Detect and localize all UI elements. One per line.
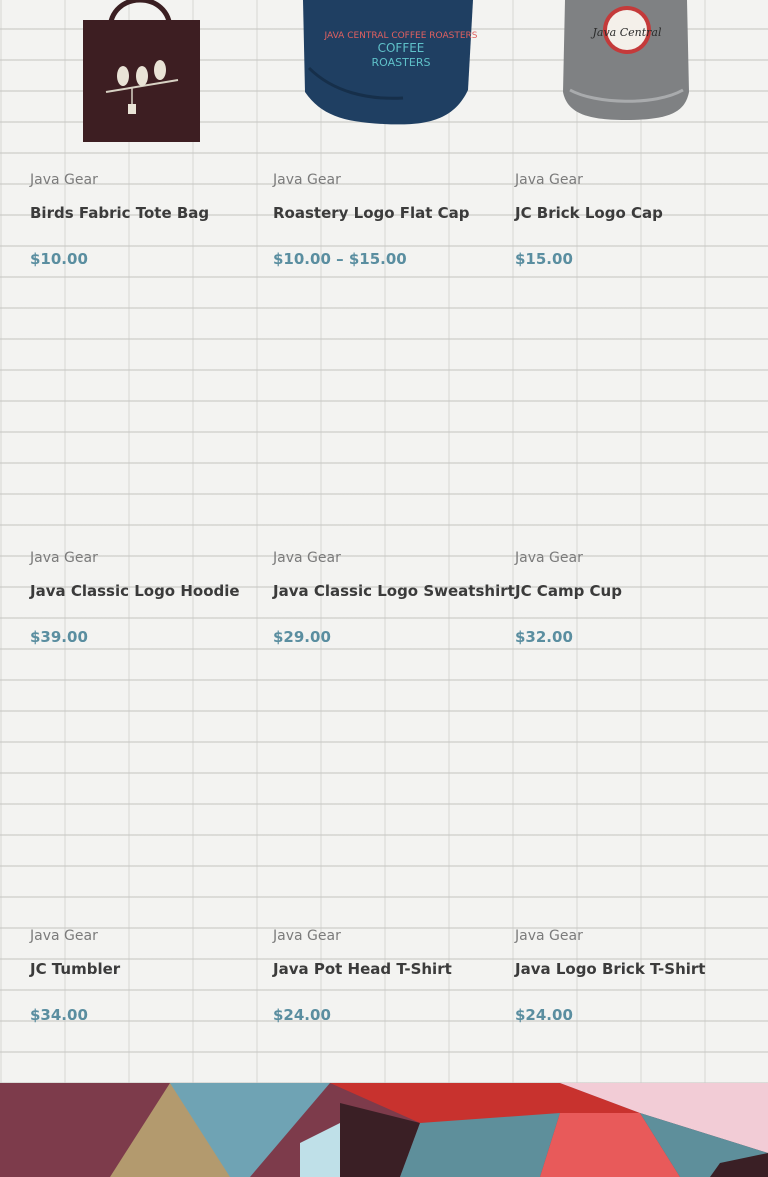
svg-text:COFFEE: COFFEE xyxy=(378,41,425,55)
product-category[interactable]: Java Gear xyxy=(273,172,341,188)
product-card[interactable]: Java Gear JC Tumbler $34.00 xyxy=(30,756,260,1126)
footer-geometric-banner xyxy=(0,1083,768,1177)
product-image-placeholder[interactable] xyxy=(515,378,745,528)
product-card[interactable]: Java Gear Java Pot Head T-Shirt $24.00 xyxy=(273,756,503,1126)
product-price: $10.00 xyxy=(30,250,88,268)
product-grid: Java Gear Birds Fabric Tote Bag $10.00 J… xyxy=(0,0,768,1083)
product-card[interactable]: JAVA CENTRAL COFFEE ROASTERS COFFEE ROAS… xyxy=(273,0,503,370)
product-image-placeholder[interactable] xyxy=(30,378,260,528)
product-category[interactable]: Java Gear xyxy=(30,550,98,566)
product-price: $32.00 xyxy=(515,628,573,646)
product-image-placeholder[interactable] xyxy=(273,378,503,528)
product-title[interactable]: Java Logo Brick T-Shirt xyxy=(515,960,705,978)
cap-logo-text-top: JAVA CENTRAL COFFEE ROASTERS xyxy=(324,31,478,41)
product-category[interactable]: Java Gear xyxy=(30,172,98,188)
product-card[interactable]: Java Gear JC Camp Cup $32.00 xyxy=(515,378,745,748)
svg-text:ROASTERS: ROASTERS xyxy=(372,56,431,69)
product-price: $15.00 xyxy=(515,250,573,268)
product-category[interactable]: Java Gear xyxy=(515,928,583,944)
product-category[interactable]: Java Gear xyxy=(30,928,98,944)
product-title[interactable]: Birds Fabric Tote Bag xyxy=(30,204,209,222)
product-card[interactable]: Java Central Java Gear JC Brick Logo Cap… xyxy=(515,0,745,370)
product-image-tote-bag[interactable] xyxy=(30,0,260,150)
product-title[interactable]: Java Pot Head T-Shirt xyxy=(273,960,452,978)
product-image-flat-cap[interactable]: JAVA CENTRAL COFFEE ROASTERS COFFEE ROAS… xyxy=(273,0,503,150)
product-title[interactable]: JC Tumbler xyxy=(30,960,120,978)
product-card[interactable]: Java Gear Java Classic Logo Sweatshirt $… xyxy=(273,378,515,748)
product-title[interactable]: Java Classic Logo Sweatshirt xyxy=(273,582,515,600)
product-card[interactable]: Java Gear Java Classic Logo Hoodie $39.0… xyxy=(30,378,260,748)
product-price: $29.00 xyxy=(273,628,331,646)
product-title[interactable]: JC Brick Logo Cap xyxy=(515,204,663,222)
product-title[interactable]: JC Camp Cup xyxy=(515,582,622,600)
product-price: $10.00 – $15.00 xyxy=(273,250,407,268)
cap-logo-text: Java Central xyxy=(590,26,661,39)
product-category[interactable]: Java Gear xyxy=(273,550,341,566)
product-title[interactable]: Java Classic Logo Hoodie xyxy=(30,582,240,600)
product-price: $24.00 xyxy=(515,1006,573,1024)
product-category[interactable]: Java Gear xyxy=(515,550,583,566)
product-image-placeholder[interactable] xyxy=(515,756,745,906)
product-title[interactable]: Roastery Logo Flat Cap xyxy=(273,204,470,222)
product-price: $34.00 xyxy=(30,1006,88,1024)
product-price: $39.00 xyxy=(30,628,88,646)
product-price: $24.00 xyxy=(273,1006,331,1024)
product-image-gray-cap[interactable]: Java Central xyxy=(515,0,745,150)
product-image-placeholder[interactable] xyxy=(30,756,260,906)
product-card[interactable]: Java Gear Birds Fabric Tote Bag $10.00 xyxy=(30,0,260,370)
product-image-placeholder[interactable] xyxy=(273,756,503,906)
product-category[interactable]: Java Gear xyxy=(515,172,583,188)
product-category[interactable]: Java Gear xyxy=(273,928,341,944)
product-card[interactable]: Java Gear Java Logo Brick T-Shirt $24.00 xyxy=(515,756,745,1126)
